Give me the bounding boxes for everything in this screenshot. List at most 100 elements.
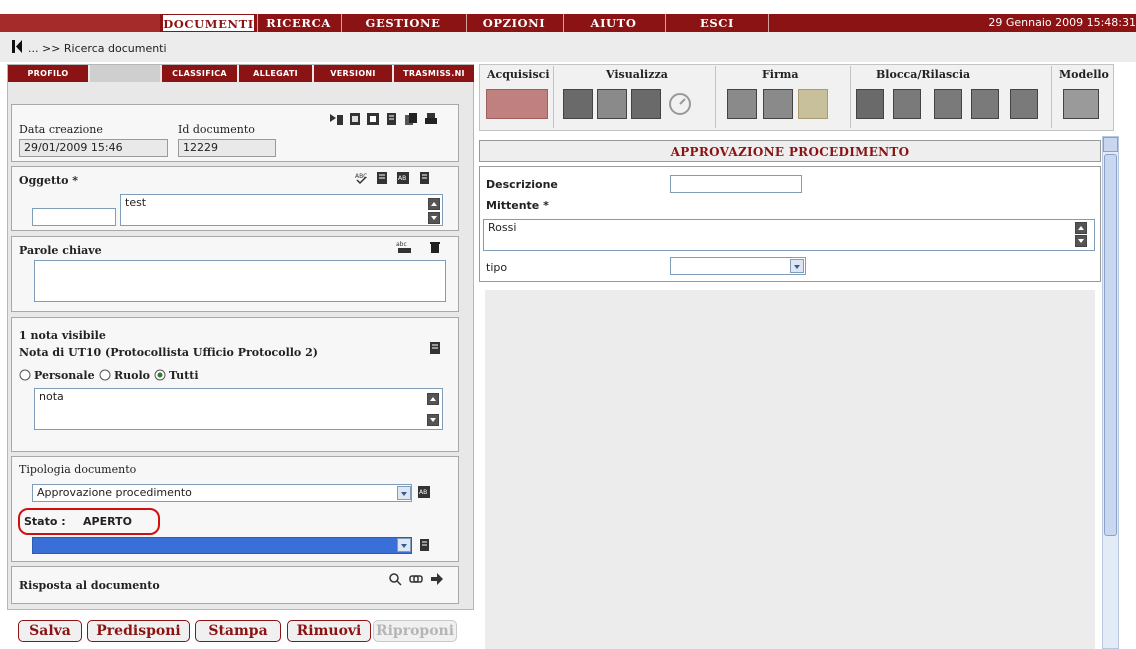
- menu-aiuto[interactable]: AIUTO: [563, 14, 663, 32]
- abc-list-icon[interactable]: AB: [396, 171, 410, 185]
- menu-gestione[interactable]: GESTIONE: [341, 14, 464, 32]
- oggetto-scroll-down[interactable]: [428, 212, 440, 224]
- breadcrumb-bar: [0, 32, 1136, 62]
- list-icon[interactable]: [417, 538, 431, 552]
- id-documento-field: 12229: [178, 139, 276, 157]
- checkin-icon[interactable]: [893, 89, 921, 119]
- sign-icon[interactable]: [727, 89, 757, 119]
- svg-text:AB: AB: [398, 175, 406, 182]
- tab-trasmissioni[interactable]: TRASMISS.NI: [394, 65, 474, 82]
- search-icon[interactable]: [388, 572, 402, 586]
- barcode-icon[interactable]: [328, 112, 346, 128]
- radio-personale[interactable]: [19, 369, 31, 381]
- spellcheck-icon[interactable]: ABC: [354, 171, 368, 185]
- scroll-up-arrow[interactable]: [1103, 137, 1118, 152]
- oggetto-code-field[interactable]: [32, 208, 116, 226]
- tipo-dropdown-arrow[interactable]: [790, 259, 804, 273]
- tab-profilo[interactable]: PROFILO: [8, 65, 88, 82]
- trash-icon[interactable]: [428, 240, 442, 254]
- note-icon[interactable]: [428, 341, 442, 355]
- content-area: [485, 290, 1095, 649]
- view-document-icon[interactable]: [563, 89, 593, 119]
- menu-ricerca[interactable]: RICERCA: [257, 14, 339, 32]
- undo-checkout-icon[interactable]: [934, 89, 962, 119]
- mittente-scroll-down[interactable]: [1075, 235, 1087, 247]
- form-title: APPROVAZIONE PROCEDIMENTO: [479, 140, 1101, 162]
- abc-list-icon[interactable]: AB: [417, 485, 431, 499]
- blocca-rilascia-label: Blocca/Rilascia: [876, 68, 971, 81]
- checkout-icon[interactable]: [856, 89, 884, 119]
- riproponi-button: Riproponi: [373, 620, 457, 642]
- radio-personale-label[interactable]: Personale: [34, 369, 95, 382]
- mittente-scroll-up[interactable]: [1075, 222, 1087, 234]
- oggetto-scroll-up[interactable]: [428, 198, 440, 210]
- toolbar-divider: [715, 66, 716, 128]
- descrizione-field[interactable]: [670, 175, 802, 193]
- top-menu-bar: DOCUMENTI RICERCA GESTIONE OPZIONI AIUTO…: [0, 14, 1136, 32]
- copy-icon[interactable]: [404, 112, 418, 126]
- frame-icon[interactable]: [366, 112, 380, 126]
- menu-esci[interactable]: ESCI: [665, 14, 769, 32]
- print-icon[interactable]: [424, 112, 438, 126]
- lock-icon[interactable]: [971, 89, 999, 119]
- back-icon[interactable]: [12, 40, 22, 53]
- tab-allegati[interactable]: ALLEGATI: [239, 65, 312, 82]
- pages-icon[interactable]: [384, 112, 398, 126]
- tipologia-select[interactable]: Approvazione procedimento: [32, 484, 412, 502]
- rotate-icon[interactable]: [667, 91, 693, 117]
- keyword-icon[interactable]: abc: [396, 240, 414, 254]
- checkbox-icon[interactable]: [1010, 89, 1038, 119]
- descrizione-label: Descrizione: [486, 178, 558, 191]
- svg-text:AB: AB: [419, 489, 427, 496]
- menu-opzioni[interactable]: OPZIONI: [466, 14, 561, 32]
- parole-chiave-label: Parole chiave: [19, 244, 102, 257]
- view-image-icon[interactable]: [597, 89, 627, 119]
- scan-icon[interactable]: [486, 89, 548, 119]
- tab-blank: [90, 65, 160, 82]
- template-icon[interactable]: [1063, 89, 1099, 119]
- radio-ruolo[interactable]: [99, 369, 111, 381]
- note-scroll-down[interactable]: [427, 414, 439, 426]
- tipo-select[interactable]: [670, 257, 806, 275]
- risposta-label: Risposta al documento: [19, 579, 160, 592]
- parole-chiave-field[interactable]: [34, 260, 446, 302]
- firma-label: Firma: [762, 68, 799, 81]
- radio-tutti[interactable]: [154, 369, 166, 381]
- document-icon[interactable]: [348, 112, 362, 126]
- note-count: 1 nota visibile: [19, 329, 106, 342]
- smartcard-icon[interactable]: [798, 89, 828, 119]
- note-field[interactable]: nota: [34, 388, 443, 430]
- note-scroll-up[interactable]: [427, 393, 439, 405]
- arrow-right-icon[interactable]: [430, 572, 444, 586]
- tab-classifica[interactable]: CLASSIFICA: [162, 65, 237, 82]
- mittente-label: Mittente *: [486, 199, 549, 212]
- toolbar-divider: [553, 66, 554, 128]
- stato-dropdown-arrow[interactable]: [397, 538, 411, 552]
- stampa-button[interactable]: Stampa: [195, 620, 281, 642]
- modello-label: Modello: [1059, 68, 1109, 81]
- salva-button[interactable]: Salva: [18, 620, 82, 642]
- predisponi-button[interactable]: Predisponi: [87, 620, 190, 642]
- scrollbar-thumb[interactable]: [1104, 154, 1117, 536]
- note-author: Nota di UT10 (Protocollista Ufficio Prot…: [19, 346, 318, 359]
- tipo-label: tipo: [486, 261, 508, 274]
- menu-documenti[interactable]: DOCUMENTI: [162, 14, 255, 32]
- view-binary-icon[interactable]: [631, 89, 661, 119]
- breadcrumb[interactable]: ... >> Ricerca documenti: [28, 42, 167, 55]
- mittente-field[interactable]: Rossi: [483, 219, 1095, 251]
- cosign-icon[interactable]: [763, 89, 793, 119]
- link-icon[interactable]: [409, 572, 423, 586]
- tab-versioni[interactable]: VERSIONI: [314, 65, 392, 82]
- tipologia-label: Tipologia documento: [19, 463, 137, 476]
- radio-tutti-label[interactable]: Tutti: [169, 369, 199, 382]
- data-creazione-label: Data creazione: [19, 123, 103, 136]
- oggetto-field[interactable]: test: [120, 194, 443, 226]
- stato-select[interactable]: [32, 537, 412, 554]
- radio-ruolo-label[interactable]: Ruolo: [114, 369, 150, 382]
- stato-value: APERTO: [83, 515, 132, 528]
- toolbar-divider: [1051, 66, 1052, 128]
- list-icon[interactable]: [417, 171, 431, 185]
- rimuovi-button[interactable]: Rimuovi: [287, 620, 371, 642]
- notes-icon[interactable]: [375, 171, 389, 185]
- tipologia-dropdown-arrow[interactable]: [397, 486, 411, 500]
